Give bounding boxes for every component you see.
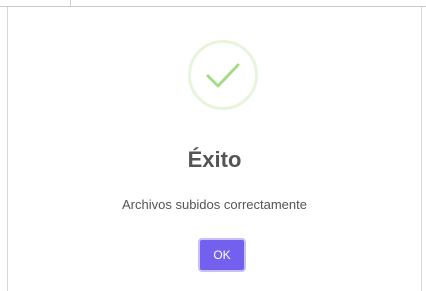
success-icon-ring <box>188 40 258 110</box>
dialog-title: Éxito <box>187 147 242 172</box>
ok-button[interactable]: OK <box>198 238 246 272</box>
background-divider <box>70 0 71 6</box>
background-left-strip <box>0 7 8 291</box>
dialog-message: Archivos subidos correctamente <box>122 197 307 212</box>
background-right-strip <box>421 7 426 291</box>
check-icon <box>206 63 240 88</box>
screen: Éxito Archivos subidos correctamente OK <box>0 0 426 291</box>
background-top-strip <box>0 0 426 7</box>
success-dialog: Éxito Archivos subidos correctamente OK <box>8 7 421 291</box>
